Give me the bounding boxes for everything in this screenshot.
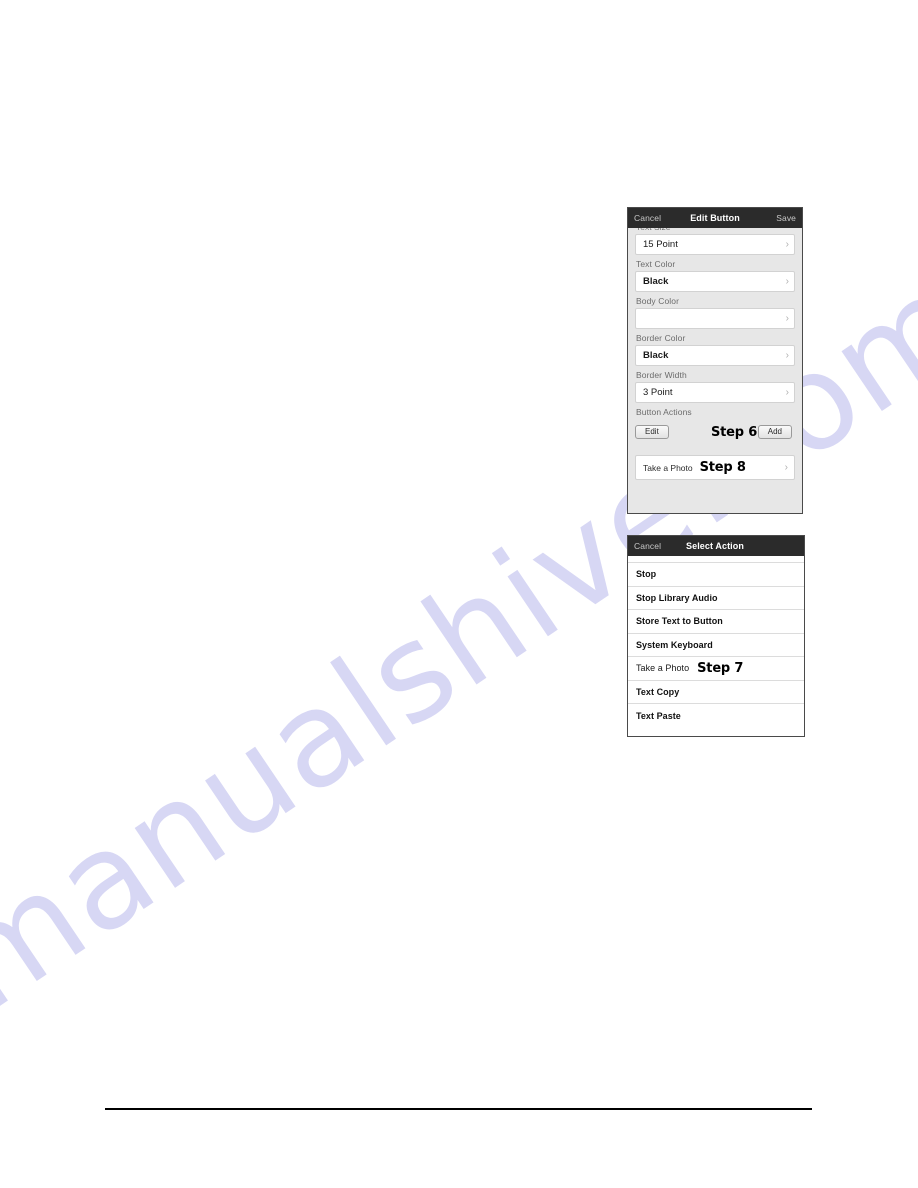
- action-item-label: Take a Photo: [643, 462, 693, 473]
- list-item-take-a-photo[interactable]: Take a Photo Step 7: [628, 657, 804, 681]
- chevron-right-icon: ›: [784, 461, 788, 473]
- step-6-annotation: Step 6: [711, 424, 758, 440]
- add-action-button[interactable]: Add: [757, 425, 792, 439]
- list-item[interactable]: System Keyboard: [628, 633, 804, 657]
- text-color-label: Text Color: [636, 259, 676, 269]
- button-actions-row: Edit Step 6 Add: [635, 421, 795, 443]
- list-item[interactable]: Text Copy: [628, 680, 804, 704]
- select-action-navbar: Cancel Select Action: [628, 536, 804, 556]
- body-color-field[interactable]: ›: [635, 308, 795, 329]
- border-width-field[interactable]: 3 Point ›: [635, 382, 795, 403]
- list-item-label: System Keyboard: [636, 639, 713, 650]
- border-width-value: 3 Point: [643, 387, 673, 398]
- step-7-annotation: Step 7: [697, 660, 744, 676]
- text-size-value: 15 Point: [643, 239, 678, 250]
- cancel-button[interactable]: Cancel: [634, 213, 661, 223]
- text-size-field[interactable]: 15 Point ›: [635, 234, 795, 255]
- list-item-label: Stop: [636, 569, 657, 580]
- step-8-annotation: Step 8: [699, 460, 746, 475]
- cancel-button[interactable]: Cancel: [634, 541, 661, 551]
- border-color-value: Black: [643, 350, 669, 361]
- list-item[interactable]: Store Text to Button: [628, 610, 804, 634]
- action-list: Stop Stop Library Audio Store Text to Bu…: [628, 556, 804, 736]
- text-color-value: Black: [643, 276, 669, 287]
- list-item-label: Take a Photo: [636, 663, 690, 674]
- chevron-right-icon: ›: [785, 238, 789, 250]
- edit-button-navbar: Cancel Edit Button Save: [628, 208, 802, 228]
- button-actions-label: Button Actions: [636, 407, 692, 417]
- list-item-label: Stop Library Audio: [636, 592, 718, 603]
- clipped-text-size-label: Text Size: [635, 228, 795, 234]
- list-item[interactable]: Text Paste: [628, 704, 804, 728]
- list-item-label: Store Text to Button: [636, 616, 723, 627]
- footer-rule: [105, 1108, 812, 1110]
- border-color-label: Border Color: [636, 333, 686, 343]
- border-color-field[interactable]: Black ›: [635, 345, 795, 366]
- select-action-screenshot: Cancel Select Action Stop Stop Library A…: [627, 535, 805, 737]
- edit-button-screenshot: Cancel Edit Button Save Text Size 15 Poi…: [627, 207, 803, 514]
- page-canvas: manualshive.com Cancel Edit Button Save …: [0, 0, 918, 1188]
- border-width-label: Border Width: [636, 370, 687, 380]
- body-color-label: Body Color: [636, 296, 680, 306]
- chevron-right-icon: ›: [785, 312, 789, 324]
- list-item-label: Text Copy: [636, 686, 680, 697]
- list-item[interactable]: Stop Library Audio: [628, 586, 804, 610]
- chevron-right-icon: ›: [785, 349, 789, 361]
- chevron-right-icon: ›: [785, 386, 789, 398]
- clipped-list-row: [628, 556, 804, 563]
- chevron-right-icon: ›: [785, 275, 789, 287]
- edit-button-form: Text Size 15 Point › Text Color Black › …: [628, 228, 802, 480]
- list-item[interactable]: Stop: [628, 563, 804, 587]
- save-button[interactable]: Save: [776, 213, 796, 223]
- list-item-label: Text Paste: [636, 710, 681, 721]
- text-color-field[interactable]: Black ›: [635, 271, 795, 292]
- clipped-text-size-label-text: Text Size: [636, 228, 671, 232]
- edit-actions-button[interactable]: Edit: [635, 425, 669, 439]
- panel-title: Select Action: [686, 541, 744, 551]
- action-list-item-take-a-photo[interactable]: Take a Photo Step 8 ›: [635, 455, 795, 480]
